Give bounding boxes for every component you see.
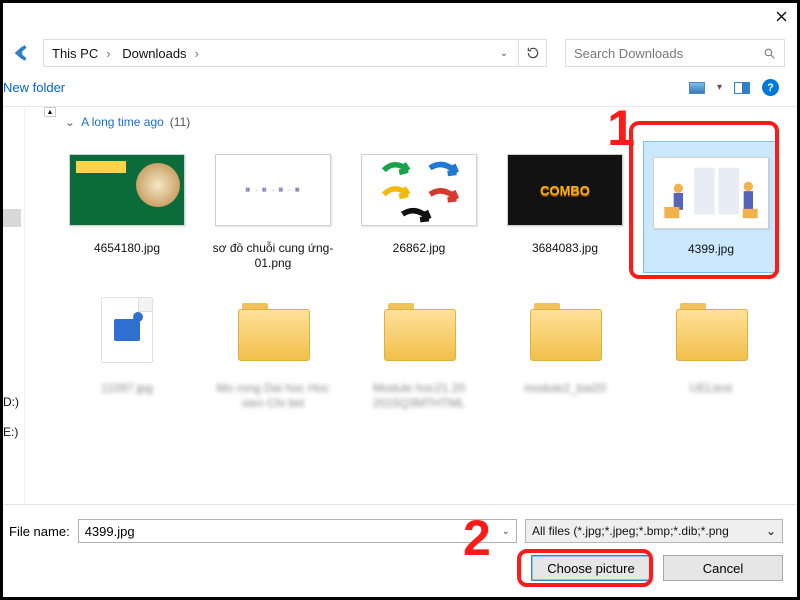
dialog-body: D:) E:) ▲ ⌄ A long time ago (11) 1 46541…	[3, 106, 797, 504]
file-label: 26862.jpg	[391, 241, 448, 271]
chevron-right-icon: ›	[106, 46, 114, 61]
group-count: (11)	[170, 115, 190, 129]
search-placeholder: Search Downloads	[574, 46, 683, 61]
file-label: 11097.jpg	[99, 381, 155, 411]
file-item[interactable]: 26862.jpg	[351, 141, 487, 273]
address-dropdown[interactable]: ⌄	[490, 40, 518, 66]
breadcrumb[interactable]: Downloads	[122, 46, 186, 61]
group-name: A long time ago	[81, 115, 164, 129]
chevron-right-icon: ›	[195, 46, 203, 61]
chevron-down-icon[interactable]: ▾	[717, 82, 722, 93]
file-item[interactable]: module2_bai20	[497, 281, 633, 411]
folder-icon	[382, 299, 456, 361]
annotation-box-2	[517, 549, 653, 587]
drive-d[interactable]: D:)	[3, 395, 19, 409]
thumbnail: COMBO	[507, 154, 623, 226]
filetype-filter[interactable]: All files (*.jpg;*.jpeg;*.bmp;*.dib;*.pn…	[525, 519, 783, 543]
back-icon[interactable]	[13, 43, 33, 63]
file-label: 4654180.jpg	[92, 241, 162, 271]
search-icon	[763, 47, 776, 60]
filter-text: All files (*.jpg;*.jpeg;*.bmp;*.dib;*.pn…	[532, 524, 729, 538]
image-file-icon	[101, 297, 153, 363]
file-item[interactable]: UELtest	[643, 281, 779, 411]
close-icon[interactable]	[776, 9, 787, 27]
annotation-box-1	[629, 121, 779, 279]
help-icon[interactable]: ?	[762, 79, 779, 96]
nav-sidebar[interactable]: D:) E:)	[3, 107, 25, 504]
toolbar: New folder ▾ ?	[3, 77, 797, 106]
search-input[interactable]: Search Downloads	[565, 39, 785, 67]
view-thumbnails-icon[interactable]	[689, 82, 705, 94]
file-label: 3684083.jpg	[530, 241, 600, 271]
thumbnail: ▦ → ▦ → ▦ → ▦	[215, 154, 331, 226]
refresh-button[interactable]	[518, 40, 546, 66]
file-label: Module hoc21.20 2015Q3MTHTML	[351, 381, 487, 411]
column-scroll-up[interactable]: ▲	[44, 107, 56, 117]
file-label: module2_bai20	[522, 381, 608, 411]
bottom-bar: 2 File name: 4399.jpg ⌄ All files (*.jpg…	[3, 504, 797, 597]
file-label: Mo rong Dai hoc Hoc vien Chi tiet	[205, 381, 341, 411]
titlebar	[3, 3, 797, 33]
annotation-1: 1	[607, 107, 635, 157]
file-label: sơ đồ chuỗi cung ứng-01.png	[205, 241, 341, 271]
folder-icon	[528, 299, 602, 361]
filename-input[interactable]: 4399.jpg ⌄	[78, 519, 517, 543]
thumbnail	[361, 154, 477, 226]
chevron-down-icon: ⌄	[65, 115, 75, 129]
file-item[interactable]: ▦ → ▦ → ▦ → ▦ sơ đồ chuỗi cung ứng-01.pn…	[205, 141, 341, 273]
folder-icon	[236, 299, 310, 361]
preview-pane-icon[interactable]	[734, 82, 750, 94]
file-item[interactable]: Mo rong Dai hoc Hoc vien Chi tiet	[205, 281, 341, 411]
folder-icon	[674, 299, 748, 361]
chevron-down-icon[interactable]: ⌄	[502, 526, 510, 537]
breadcrumb[interactable]: This PC	[52, 46, 98, 61]
file-item[interactable]: Module hoc21.20 2015Q3MTHTML	[351, 281, 487, 411]
file-item[interactable]: COMBO 3684083.jpg	[497, 141, 633, 273]
filename-value: 4399.jpg	[85, 524, 135, 539]
file-list: ▲ ⌄ A long time ago (11) 1 4654180.jpg ▦…	[25, 107, 797, 504]
filename-label: File name:	[9, 524, 70, 539]
cancel-button[interactable]: Cancel	[663, 555, 783, 581]
file-item[interactable]: 11097.jpg	[59, 281, 195, 411]
chevron-down-icon: ⌄	[766, 524, 776, 538]
address-row: This PC › Downloads › ⌄ Search Downloads	[3, 33, 797, 77]
thumbnail	[69, 154, 185, 226]
file-label: UELtest	[688, 381, 735, 411]
annotation-2: 2	[463, 509, 491, 567]
file-item[interactable]: 4654180.jpg	[59, 141, 195, 273]
address-bar[interactable]: This PC › Downloads › ⌄	[43, 39, 547, 67]
new-folder-button[interactable]: New folder	[3, 80, 65, 95]
drive-e[interactable]: E:)	[3, 425, 18, 439]
file-dialog: This PC › Downloads › ⌄ Search Downloads…	[0, 0, 800, 600]
